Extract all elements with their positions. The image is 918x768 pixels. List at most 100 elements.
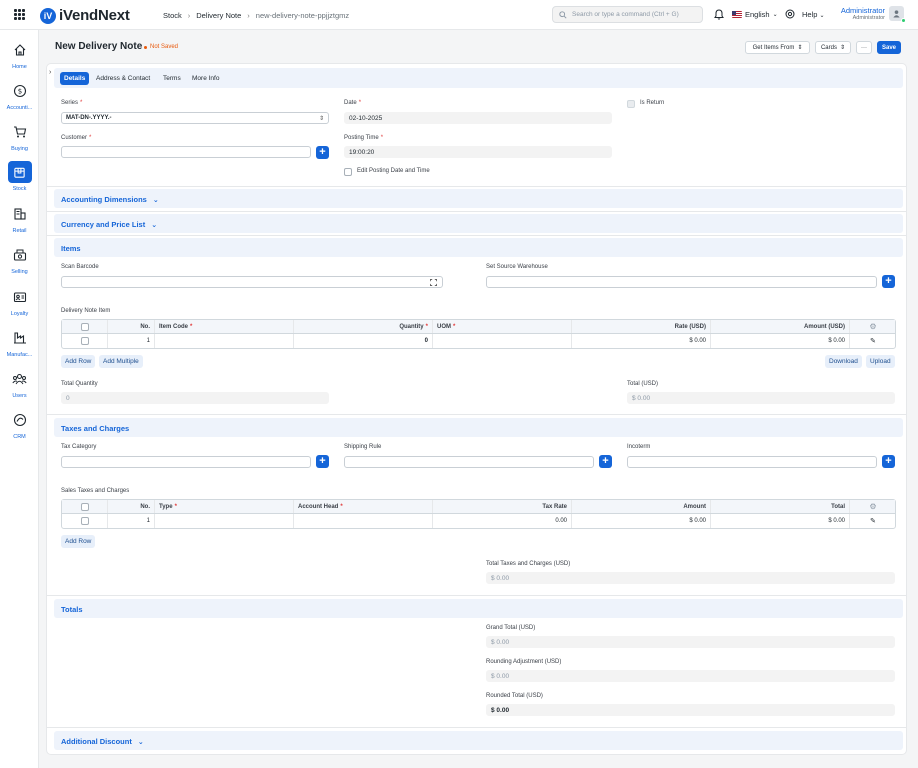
row-amount[interactable]: $ 0.00 xyxy=(572,514,711,528)
row-amount[interactable]: $ 0.00 xyxy=(711,334,850,348)
sidebar-item-stock[interactable]: Stock xyxy=(0,161,39,199)
tab-more-info[interactable]: More Info xyxy=(188,72,223,85)
section-divider xyxy=(47,211,906,212)
sidebar-item-home[interactable]: Home xyxy=(0,39,39,77)
add-incoterm-button[interactable]: + xyxy=(882,455,895,468)
cards-button[interactable]: Cards ⇕ xyxy=(815,41,851,54)
row-account-head[interactable] xyxy=(294,514,433,528)
row-checkbox[interactable] xyxy=(80,337,89,345)
totals-section xyxy=(54,599,903,618)
select-arrows-icon: ⇕ xyxy=(318,115,324,122)
accounting-dimensions-title[interactable]: Accounting Dimensions ⌄ xyxy=(61,195,159,204)
row-tax-rate[interactable]: 0.00 xyxy=(433,514,572,528)
tab-address-contact[interactable]: Address & Contact xyxy=(92,72,154,85)
apps-grid-icon[interactable] xyxy=(14,9,25,20)
posting-time-field[interactable]: 19:00:20 xyxy=(344,146,612,158)
sidebar-label-buying: Buying xyxy=(11,146,28,152)
row-uom[interactable] xyxy=(433,334,572,348)
tax-category-input[interactable] xyxy=(61,456,311,468)
language-selector[interactable]: English ⌄ xyxy=(732,10,778,19)
avatar[interactable] xyxy=(889,6,906,23)
rounding-adjustment-value: $ 0.00 xyxy=(491,672,510,680)
col-amount: Amount xyxy=(572,500,711,513)
col-amount: Amount (USD) xyxy=(711,320,850,333)
sales-taxes-table: No. Type * Account Head * Tax Rate Amount … xyxy=(61,499,896,529)
customer-field[interactable] xyxy=(61,146,311,158)
notification-bell-icon[interactable] xyxy=(714,9,724,20)
row-quantity[interactable]: 0 xyxy=(294,334,433,348)
app-logo[interactable]: iV iVendNext xyxy=(40,7,130,24)
sidebar-toggle-icon[interactable]: › xyxy=(49,69,51,76)
table-row[interactable]: 1 0.00 $ 0.00 $ 0.00 ✎ xyxy=(62,514,895,528)
user-menu[interactable]: Administrator Administrator xyxy=(837,6,885,21)
more-actions-button[interactable]: ··· xyxy=(856,41,872,54)
delivery-note-item-label: Delivery Note Item xyxy=(61,308,111,314)
add-warehouse-button[interactable]: + xyxy=(882,275,895,288)
sidebar-item-loyalty[interactable]: Loyalty xyxy=(0,286,39,324)
chevron-down-icon: ⌄ xyxy=(819,13,825,19)
sidebar-item-accounting[interactable]: $ Accounti... xyxy=(0,80,39,118)
add-row-button[interactable]: Add Row xyxy=(61,355,96,368)
row-rate[interactable]: $ 0.00 xyxy=(572,334,711,348)
sidebar-label-crm: CRM xyxy=(13,434,26,440)
additional-discount-title[interactable]: Additional Discount ⌄ xyxy=(61,737,144,746)
breadcrumb: Stock › Delivery Note › new-delivery-not… xyxy=(163,11,355,20)
series-select[interactable]: MAT-DN-.YYYY.- ⇕ xyxy=(61,112,329,124)
select-all-checkbox[interactable] xyxy=(80,502,89,511)
row-total[interactable]: $ 0.00 xyxy=(711,514,850,528)
edit-posting-checkbox[interactable] xyxy=(344,168,352,176)
edit-row-icon[interactable]: ✎ xyxy=(850,514,896,528)
box-icon xyxy=(14,167,25,178)
add-multiple-button[interactable]: Add Multiple xyxy=(99,355,143,368)
save-button[interactable]: Save xyxy=(877,41,901,54)
accounting-dimensions-section[interactable] xyxy=(54,189,903,208)
scan-barcode-input[interactable] xyxy=(61,276,443,288)
row-checkbox[interactable] xyxy=(80,517,89,525)
tab-details[interactable]: Details xyxy=(60,72,90,85)
sidebar-item-crm[interactable]: CRM xyxy=(0,409,39,447)
incoterm-input[interactable] xyxy=(627,456,877,468)
date-value: 02-10-2025 xyxy=(349,114,383,122)
tab-terms[interactable]: Terms xyxy=(159,72,185,85)
sidebar-item-selling[interactable]: Selling xyxy=(0,244,39,282)
edit-row-icon[interactable]: ✎ xyxy=(850,334,896,348)
add-shipping-rule-button[interactable]: + xyxy=(599,455,612,468)
column-settings-icon[interactable]: ⚙ xyxy=(850,500,896,513)
date-field[interactable]: 02-10-2025 xyxy=(344,112,612,124)
is-return-checkbox[interactable] xyxy=(627,100,635,108)
source-warehouse-input[interactable] xyxy=(486,276,877,288)
currency-price-list-section[interactable] xyxy=(54,214,903,233)
factory-icon xyxy=(13,332,26,344)
download-button[interactable]: Download xyxy=(825,355,862,368)
get-items-from-button[interactable]: Get Items From ⇕ xyxy=(745,41,810,54)
table-row[interactable]: 1 0 $ 0.00 $ 0.00 ✎ xyxy=(62,334,895,348)
add-customer-button[interactable]: + xyxy=(316,146,329,159)
support-icon[interactable] xyxy=(785,9,795,19)
sidebar-item-users[interactable]: Users xyxy=(0,368,39,406)
upload-button[interactable]: Upload xyxy=(866,355,895,368)
add-tax-category-button[interactable]: + xyxy=(316,455,329,468)
sidebar-item-manufacturing[interactable]: Manufac... xyxy=(0,327,39,365)
add-tax-row-button[interactable]: Add Row xyxy=(61,535,96,548)
currency-price-list-title[interactable]: Currency and Price List ⌄ xyxy=(61,220,157,229)
col-rate: Rate (USD) xyxy=(572,320,711,333)
shipping-rule-label: Shipping Rule xyxy=(344,444,382,450)
sidebar-item-buying[interactable]: Buying xyxy=(0,121,39,159)
shipping-rule-input[interactable] xyxy=(344,456,594,468)
users-icon xyxy=(12,373,27,385)
column-settings-icon[interactable]: ⚙ xyxy=(850,320,896,333)
breadcrumb-stock[interactable]: Stock xyxy=(163,11,182,20)
breadcrumb-delivery-note[interactable]: Delivery Note xyxy=(196,11,241,20)
additional-discount-section[interactable] xyxy=(54,731,903,750)
search-icon xyxy=(559,10,567,19)
sidebar-label-home: Home xyxy=(12,64,27,70)
sidebar-label-loyalty: Loyalty xyxy=(10,311,29,317)
help-menu[interactable]: Help ⌄ xyxy=(802,10,825,19)
row-item-code[interactable] xyxy=(155,334,294,348)
sidebar-item-retail[interactable]: Retail xyxy=(0,203,39,241)
select-all-checkbox[interactable] xyxy=(80,322,89,331)
col-total: Total xyxy=(711,500,850,513)
row-type[interactable] xyxy=(155,514,294,528)
rounded-total-field: $ 0.00 xyxy=(486,704,895,716)
search-input[interactable]: Search or type a command (Ctrl + G) xyxy=(552,6,703,23)
